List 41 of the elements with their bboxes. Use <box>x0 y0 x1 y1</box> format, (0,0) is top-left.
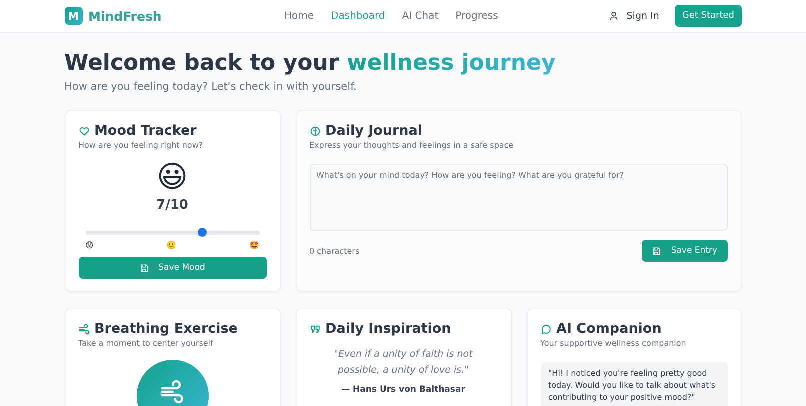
scale-emoji: 🤩 <box>250 241 260 250</box>
user-icon <box>608 11 619 21</box>
quote-text: "Even if a unity of faith is not possible, a unity of love is." <box>333 348 474 378</box>
page-subtitle: How are you feeling today? Let's check in with yourself. <box>64 81 358 93</box>
card-subtitle: Express your thoughts and feelings in a safe space <box>310 141 515 150</box>
nav-link[interactable]: Dashboard <box>331 10 386 22</box>
wind-icon <box>158 378 186 406</box>
chat-message: "Hi! I noticed you're feeling pretty good today. Would you like to talk about what's contributing to your positive mood?" <box>540 362 728 406</box>
brand-name[interactable]: MindFresh <box>88 8 162 24</box>
page-title: Welcome back to your wellness journey <box>64 50 557 78</box>
save-icon <box>140 264 149 272</box>
save-entry-button[interactable]: Save Entry <box>642 240 728 262</box>
mood-score: 7/10 <box>156 198 190 213</box>
wind-icon <box>78 324 90 334</box>
card-title: AI Companion <box>556 321 662 337</box>
save-mood-button[interactable]: Save Mood <box>78 257 266 279</box>
nav-link[interactable]: AI Chat <box>402 10 439 22</box>
save-icon <box>652 246 662 256</box>
scale-emoji: 😟 <box>86 241 94 250</box>
scale-emoji: 🙂 <box>166 241 177 250</box>
nav-link[interactable]: Home <box>284 10 314 22</box>
nav-link[interactable]: Progress <box>456 10 498 22</box>
card-title: Breathing Exercise <box>94 321 238 337</box>
card-title: Mood Tracker <box>94 123 197 139</box>
brain-icon <box>310 126 320 136</box>
quote-icon <box>310 324 320 334</box>
quote-author: — Hans Urs von Balthasar <box>340 385 466 395</box>
get-started-button[interactable]: Get Started <box>675 5 742 27</box>
sign-in-link[interactable]: Sign In <box>626 10 660 22</box>
chat-bubble-icon <box>540 324 552 334</box>
card-title: Daily Inspiration <box>326 321 452 337</box>
logo-icon[interactable]: M <box>64 7 82 25</box>
slider-thumb[interactable] <box>198 228 207 237</box>
card-subtitle: Your supportive wellness companion <box>540 339 688 348</box>
heart-icon <box>78 126 90 136</box>
card-title: Daily Journal <box>326 123 422 139</box>
card-subtitle: How are you feeling right now? <box>78 141 204 150</box>
card-subtitle: Take a moment to center yourself <box>78 339 214 348</box>
mood-emoji: 😃 <box>156 160 190 196</box>
character-count: 0 characters <box>310 246 360 256</box>
journal-field[interactable]: What's on your mind today? How are you feeling? What are you grateful for? <box>310 164 728 231</box>
